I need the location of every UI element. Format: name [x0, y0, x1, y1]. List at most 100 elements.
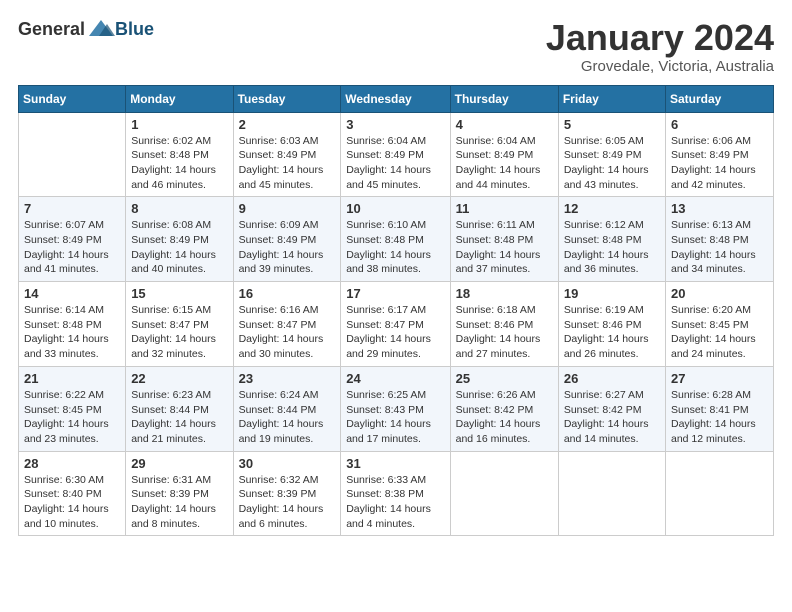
day-info: Sunrise: 6:24 AMSunset: 8:44 PMDaylight:… — [239, 388, 336, 447]
cell-content-day-23: 23Sunrise: 6:24 AMSunset: 8:44 PMDayligh… — [239, 371, 336, 447]
calendar-cell: 20Sunrise: 6:20 AMSunset: 8:45 PMDayligh… — [666, 282, 774, 367]
week-row-1: 7 Sunrise: 6:07 AMSunset: 8:49 PMDaylight… — [19, 197, 774, 282]
cell-content-day-1: 1 Sunrise: 6:02 AMSunset: 8:48 PMDaylight… — [131, 117, 227, 193]
cell-content-day-2: 2Sunrise: 6:03 AMSunset: 8:49 PMDaylight… — [239, 117, 336, 193]
day-number: 17 — [346, 286, 444, 301]
cell-content-day-25: 25Sunrise: 6:26 AMSunset: 8:42 PMDayligh… — [456, 371, 553, 447]
calendar-cell: 9Sunrise: 6:09 AMSunset: 8:49 PMDaylight… — [233, 197, 341, 282]
calendar-cell: 26 Sunrise: 6:27 AMSunset: 8:42 PMDayligh… — [558, 366, 665, 451]
calendar-cell: 24 Sunrise: 6:25 AMSunset: 8:43 PMDayligh… — [341, 366, 450, 451]
day-number: 24 — [346, 371, 444, 386]
day-number: 10 — [346, 201, 444, 216]
calendar-cell: 21Sunrise: 6:22 AMSunset: 8:45 PMDayligh… — [19, 366, 126, 451]
day-number: 26 — [564, 371, 660, 386]
day-info: Sunrise: 6:04 AMSunset: 8:49 PMDaylight:… — [346, 134, 444, 193]
cell-content-day-28: 28 Sunrise: 6:30 AMSunset: 8:40 PMDayligh… — [24, 456, 120, 532]
day-info: Sunrise: 6:18 AMSunset: 8:46 PMDaylight:… — [456, 303, 553, 362]
day-info: Sunrise: 6:09 AMSunset: 8:49 PMDaylight:… — [239, 218, 336, 277]
cell-content-day-16: 16Sunrise: 6:16 AMSunset: 8:47 PMDayligh… — [239, 286, 336, 362]
day-number: 2 — [239, 117, 336, 132]
day-number: 25 — [456, 371, 553, 386]
calendar-cell: 7 Sunrise: 6:07 AMSunset: 8:49 PMDaylight… — [19, 197, 126, 282]
day-info: Sunrise: 6:28 AMSunset: 8:41 PMDaylight:… — [671, 388, 768, 447]
day-info: Sunrise: 6:04 AMSunset: 8:49 PMDaylight:… — [456, 134, 553, 193]
calendar-cell — [558, 451, 665, 536]
calendar-cell: 4 Sunrise: 6:04 AMSunset: 8:49 PMDaylight… — [450, 112, 558, 197]
cell-content-day-10: 10 Sunrise: 6:10 AMSunset: 8:48 PMDayligh… — [346, 201, 444, 277]
day-number: 5 — [564, 117, 660, 132]
cell-content-day-31: 31 Sunrise: 6:33 AMSunset: 8:38 PMDayligh… — [346, 456, 444, 532]
cell-content-day-21: 21Sunrise: 6:22 AMSunset: 8:45 PMDayligh… — [24, 371, 120, 447]
day-number: 20 — [671, 286, 768, 301]
day-info: Sunrise: 6:30 AMSunset: 8:40 PMDaylight:… — [24, 473, 120, 532]
cell-content-day-4: 4 Sunrise: 6:04 AMSunset: 8:49 PMDaylight… — [456, 117, 553, 193]
calendar-cell: 17 Sunrise: 6:17 AMSunset: 8:47 PMDayligh… — [341, 282, 450, 367]
day-number: 4 — [456, 117, 553, 132]
cell-content-day-22: 22Sunrise: 6:23 AMSunset: 8:44 PMDayligh… — [131, 371, 227, 447]
weekday-header-thursday: Thursday — [450, 85, 558, 112]
day-number: 15 — [131, 286, 227, 301]
calendar-cell: 23Sunrise: 6:24 AMSunset: 8:44 PMDayligh… — [233, 366, 341, 451]
day-number: 28 — [24, 456, 120, 471]
day-info: Sunrise: 6:33 AMSunset: 8:38 PMDaylight:… — [346, 473, 444, 532]
day-info: Sunrise: 6:16 AMSunset: 8:47 PMDaylight:… — [239, 303, 336, 362]
day-number: 21 — [24, 371, 120, 386]
day-number: 31 — [346, 456, 444, 471]
day-info: Sunrise: 6:07 AMSunset: 8:49 PMDaylight:… — [24, 218, 120, 277]
day-number: 6 — [671, 117, 768, 132]
day-info: Sunrise: 6:25 AMSunset: 8:43 PMDaylight:… — [346, 388, 444, 447]
day-number: 8 — [131, 201, 227, 216]
calendar-cell: 12 Sunrise: 6:12 AMSunset: 8:48 PMDayligh… — [558, 197, 665, 282]
calendar-cell: 22Sunrise: 6:23 AMSunset: 8:44 PMDayligh… — [126, 366, 233, 451]
calendar-cell: 1 Sunrise: 6:02 AMSunset: 8:48 PMDaylight… — [126, 112, 233, 197]
cell-content-day-26: 26 Sunrise: 6:27 AMSunset: 8:42 PMDayligh… — [564, 371, 660, 447]
calendar-cell: 5 Sunrise: 6:05 AMSunset: 8:49 PMDaylight… — [558, 112, 665, 197]
day-number: 7 — [24, 201, 120, 216]
header-row: SundayMondayTuesdayWednesdayThursdayFrid… — [19, 85, 774, 112]
cell-content-day-27: 27Sunrise: 6:28 AMSunset: 8:41 PMDayligh… — [671, 371, 768, 447]
page: General Blue January 2024 Grovedale, Vic… — [0, 0, 792, 612]
day-info: Sunrise: 6:08 AMSunset: 8:49 PMDaylight:… — [131, 218, 227, 277]
logo-blue-text: Blue — [115, 19, 154, 40]
cell-content-day-15: 15Sunrise: 6:15 AMSunset: 8:47 PMDayligh… — [131, 286, 227, 362]
subtitle: Grovedale, Victoria, Australia — [546, 58, 774, 75]
day-info: Sunrise: 6:05 AMSunset: 8:49 PMDaylight:… — [564, 134, 660, 193]
calendar-cell: 2Sunrise: 6:03 AMSunset: 8:49 PMDaylight… — [233, 112, 341, 197]
day-info: Sunrise: 6:10 AMSunset: 8:48 PMDaylight:… — [346, 218, 444, 277]
day-info: Sunrise: 6:17 AMSunset: 8:47 PMDaylight:… — [346, 303, 444, 362]
calendar-cell: 3 Sunrise: 6:04 AMSunset: 8:49 PMDaylight… — [341, 112, 450, 197]
day-number: 3 — [346, 117, 444, 132]
day-number: 12 — [564, 201, 660, 216]
cell-content-day-24: 24 Sunrise: 6:25 AMSunset: 8:43 PMDayligh… — [346, 371, 444, 447]
cell-content-day-3: 3 Sunrise: 6:04 AMSunset: 8:49 PMDaylight… — [346, 117, 444, 193]
cell-content-day-19: 19Sunrise: 6:19 AMSunset: 8:46 PMDayligh… — [564, 286, 660, 362]
calendar-cell: 27Sunrise: 6:28 AMSunset: 8:41 PMDayligh… — [666, 366, 774, 451]
cell-content-day-11: 11 Sunrise: 6:11 AMSunset: 8:48 PMDayligh… — [456, 201, 553, 277]
calendar-cell: 14Sunrise: 6:14 AMSunset: 8:48 PMDayligh… — [19, 282, 126, 367]
weekday-header-tuesday: Tuesday — [233, 85, 341, 112]
day-number: 14 — [24, 286, 120, 301]
day-number: 11 — [456, 201, 553, 216]
day-info: Sunrise: 6:27 AMSunset: 8:42 PMDaylight:… — [564, 388, 660, 447]
title-section: January 2024 Grovedale, Victoria, Austra… — [546, 18, 774, 75]
calendar-cell: 30Sunrise: 6:32 AMSunset: 8:39 PMDayligh… — [233, 451, 341, 536]
cell-content-day-20: 20Sunrise: 6:20 AMSunset: 8:45 PMDayligh… — [671, 286, 768, 362]
calendar-cell: 8 Sunrise: 6:08 AMSunset: 8:49 PMDaylight… — [126, 197, 233, 282]
day-info: Sunrise: 6:12 AMSunset: 8:48 PMDaylight:… — [564, 218, 660, 277]
calendar-table: SundayMondayTuesdayWednesdayThursdayFrid… — [18, 85, 774, 537]
calendar-cell — [19, 112, 126, 197]
weekday-header-wednesday: Wednesday — [341, 85, 450, 112]
day-info: Sunrise: 6:11 AMSunset: 8:48 PMDaylight:… — [456, 218, 553, 277]
main-title: January 2024 — [546, 18, 774, 58]
day-info: Sunrise: 6:19 AMSunset: 8:46 PMDaylight:… — [564, 303, 660, 362]
calendar-cell: 19Sunrise: 6:19 AMSunset: 8:46 PMDayligh… — [558, 282, 665, 367]
week-row-0: 1 Sunrise: 6:02 AMSunset: 8:48 PMDaylight… — [19, 112, 774, 197]
logo: General Blue — [18, 18, 154, 40]
calendar-cell: 15Sunrise: 6:15 AMSunset: 8:47 PMDayligh… — [126, 282, 233, 367]
header: General Blue January 2024 Grovedale, Vic… — [18, 18, 774, 75]
logo-icon — [87, 18, 115, 40]
calendar-cell: 10 Sunrise: 6:10 AMSunset: 8:48 PMDayligh… — [341, 197, 450, 282]
calendar-cell: 16Sunrise: 6:16 AMSunset: 8:47 PMDayligh… — [233, 282, 341, 367]
day-number: 1 — [131, 117, 227, 132]
day-info: Sunrise: 6:02 AMSunset: 8:48 PMDaylight:… — [131, 134, 227, 193]
